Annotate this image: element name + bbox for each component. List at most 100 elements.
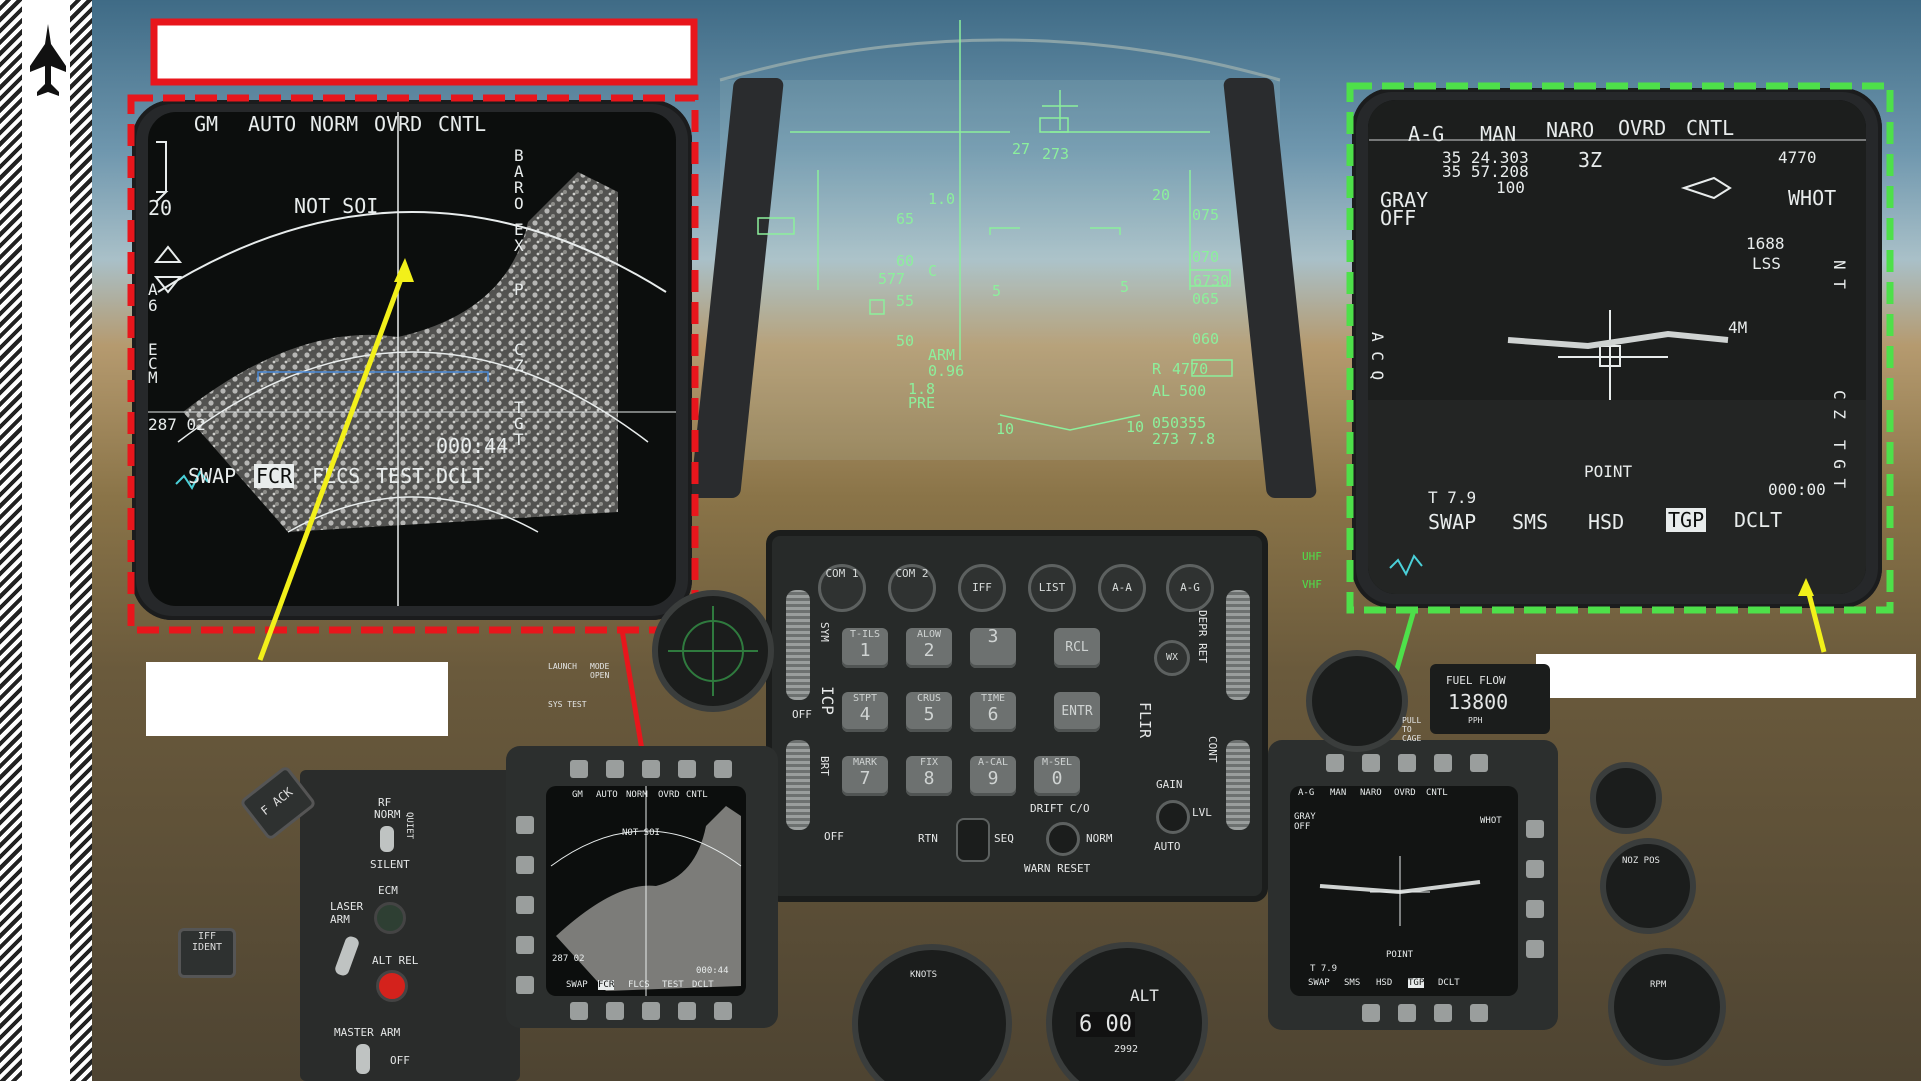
icp-key-0[interactable]: M-SEL 0	[1034, 756, 1080, 796]
icp-key-entr[interactable]: ENTR	[1054, 692, 1100, 732]
icp-iff-button[interactable]: IFF	[958, 564, 1006, 612]
rf-quiet-label: QUIET	[404, 812, 414, 840]
left-mfd-small-osb-3[interactable]	[642, 760, 660, 778]
icp-com2-button[interactable]: COM 2	[888, 564, 936, 612]
right-mfd-small-osb-1[interactable]	[1326, 754, 1344, 772]
icp-com1-button[interactable]: COM 1	[818, 564, 866, 612]
icp-list-button[interactable]: LIST	[1028, 564, 1076, 612]
right-mfd-small-osb-14[interactable]	[1362, 1004, 1380, 1022]
icp-dep-ret-label: DEPR RET	[1196, 610, 1209, 663]
icp-key-8[interactable]: FIX 8	[906, 756, 952, 796]
icp-depr-wheel[interactable]	[1226, 590, 1250, 700]
oil-gauge	[1590, 762, 1662, 834]
right-mfd-small-bottom-dclt: DCLT	[1438, 978, 1460, 988]
left-mfd-small-osb-1[interactable]	[570, 760, 588, 778]
left-mfd-small-bottom-flcs: FLCS	[628, 980, 650, 990]
pull-to-cage-label: PULL TO CAGE	[1402, 716, 1422, 743]
right-mfd-small-bottom-sms: SMS	[1344, 978, 1361, 988]
rpm-gauge	[1608, 948, 1726, 1066]
icp-drift-switch[interactable]	[1046, 822, 1080, 856]
right-mfd-small-off: OFF	[1294, 822, 1311, 832]
icp-drift-label: DRIFT C/O	[1030, 802, 1090, 815]
fuel-flow-pph: PPH	[1468, 716, 1483, 725]
sys-test-label: SYS TEST	[548, 700, 587, 709]
alt-rel-label: ALT REL	[372, 954, 419, 967]
icp-gain-label: GAIN	[1156, 778, 1183, 791]
right-mfd-small-bottom-hsd: HSD	[1376, 978, 1393, 988]
rf-norm-label: NORM	[374, 808, 401, 821]
left-mfd-small-osb-12[interactable]	[678, 1002, 696, 1020]
left-mfd-small-osb-4[interactable]	[678, 760, 696, 778]
icp-aa-button[interactable]: A-A	[1098, 564, 1146, 612]
left-mfd-small-screen: GM AUTO NORM OVRD CNTL NOT SOI 287 02 00…	[546, 786, 746, 996]
icp-key-rcl[interactable]: RCL	[1054, 628, 1100, 668]
rpm-label: RPM	[1650, 980, 1667, 990]
right-mfd-small-osb-6[interactable]	[1526, 820, 1544, 838]
left-mfd-small-osb-16[interactable]	[516, 976, 534, 994]
left-mfd-small-osb-11[interactable]	[714, 1002, 732, 1020]
iff-ident-button[interactable]: IFF IDENT	[178, 928, 236, 978]
rf-switch[interactable]	[380, 826, 394, 852]
alt-drum: 6 00	[1076, 1012, 1135, 1037]
alt-label: ALT	[1130, 986, 1159, 1005]
right-mfd-small-osb-8[interactable]	[1526, 900, 1544, 918]
right-mfd-small-osb-5[interactable]	[1470, 754, 1488, 772]
left-mfd-small-osb-18[interactable]	[516, 896, 534, 914]
right-mfd-small-bottom-tgp: TGP	[1408, 978, 1425, 988]
master-arm-switch[interactable]	[356, 1044, 370, 1074]
left-mfd-small-bottom-swap: SWAP	[566, 980, 588, 990]
left-mfd-small-bottom-fcr: FCR	[598, 980, 615, 990]
right-mfd-small-osb-13[interactable]	[1398, 1004, 1416, 1022]
right-mfd-small-osb-12[interactable]	[1434, 1004, 1452, 1022]
icp-gain-switch[interactable]	[1156, 800, 1190, 834]
right-mfd-small-gray: GRAY	[1294, 812, 1316, 822]
icp-sym-wheel[interactable]	[786, 740, 810, 830]
title-box	[160, 28, 688, 76]
icp-key-5[interactable]: CRUS 5	[906, 692, 952, 732]
right-callout-box	[1536, 654, 1916, 698]
icp-key-3[interactable]: 3	[970, 628, 1016, 668]
alt-kollsman: 2992	[1114, 1044, 1139, 1055]
icp-key-7[interactable]: MARK 7	[842, 756, 888, 796]
icp-off-label-2: OFF	[824, 830, 844, 843]
left-mfd-small-osb-15[interactable]	[570, 1002, 588, 1020]
fuel-flow-label: FUEL FLOW	[1446, 674, 1506, 687]
icp-key-1[interactable]: T-ILS 1	[842, 628, 888, 668]
cockpit-scene: 27 273 577 6730 1.0 65 60 55 50 20 075 0…	[0, 0, 1921, 1081]
ecm-label: ECM	[378, 884, 398, 897]
right-mfd-small-osb-3[interactable]	[1398, 754, 1416, 772]
right-mfd-small-top-cntl: CNTL	[1426, 788, 1448, 798]
icp-key-6[interactable]: TIME 6	[970, 692, 1016, 732]
icp-rtn-label: RTN	[918, 832, 938, 845]
right-mfd-small-osb-9[interactable]	[1526, 940, 1544, 958]
right-mfd-small-osb-11[interactable]	[1470, 1004, 1488, 1022]
left-mfd-small-osb-13[interactable]	[642, 1002, 660, 1020]
left-mfd-small: GM AUTO NORM OVRD CNTL NOT SOI 287 02 00…	[506, 746, 778, 1028]
right-mfd-small-osb-7[interactable]	[1526, 860, 1544, 878]
right-mfd-small-top-naro: NARO	[1360, 788, 1382, 798]
icp-key-9[interactable]: A-CAL 9	[970, 756, 1016, 796]
left-mfd-small-osb-5[interactable]	[714, 760, 732, 778]
right-mfd-small-osb-4[interactable]	[1434, 754, 1452, 772]
icp-wx-button[interactable]: WX	[1154, 640, 1190, 676]
right-mfd-small-whot: WHOT	[1480, 816, 1502, 826]
noz-pos-label: NOZ POS	[1622, 856, 1660, 866]
right-mfd-small-screen: A-G MAN NARO OVRD CNTL GRAY OFF WHOT POI…	[1290, 786, 1518, 996]
vhf-label: VHF	[1302, 578, 1322, 591]
icp-dobber-switch[interactable]	[956, 818, 990, 862]
icp-flir-label: FLIR	[1136, 702, 1154, 739]
right-mfd-small-osb-2[interactable]	[1362, 754, 1380, 772]
alt-rel-button[interactable]	[376, 970, 408, 1002]
icp-ag-button[interactable]: A-G	[1166, 564, 1214, 612]
left-mfd-small-osb-14[interactable]	[606, 1002, 624, 1020]
uhf-label: UHF	[1302, 550, 1322, 563]
icp-brt-wheel[interactable]	[786, 590, 810, 700]
left-mfd-small-osb-20[interactable]	[516, 816, 534, 834]
icp-key-4[interactable]: STPT 4	[842, 692, 888, 732]
left-mfd-small-osb-19[interactable]	[516, 856, 534, 874]
icp-cont-wheel[interactable]	[1226, 740, 1250, 830]
left-mfd-small-osb-17[interactable]	[516, 936, 534, 954]
icp-key-2[interactable]: ALOW 2	[906, 628, 952, 668]
left-mfd-small-readout: 287 02	[552, 954, 585, 964]
left-mfd-small-osb-2[interactable]	[606, 760, 624, 778]
